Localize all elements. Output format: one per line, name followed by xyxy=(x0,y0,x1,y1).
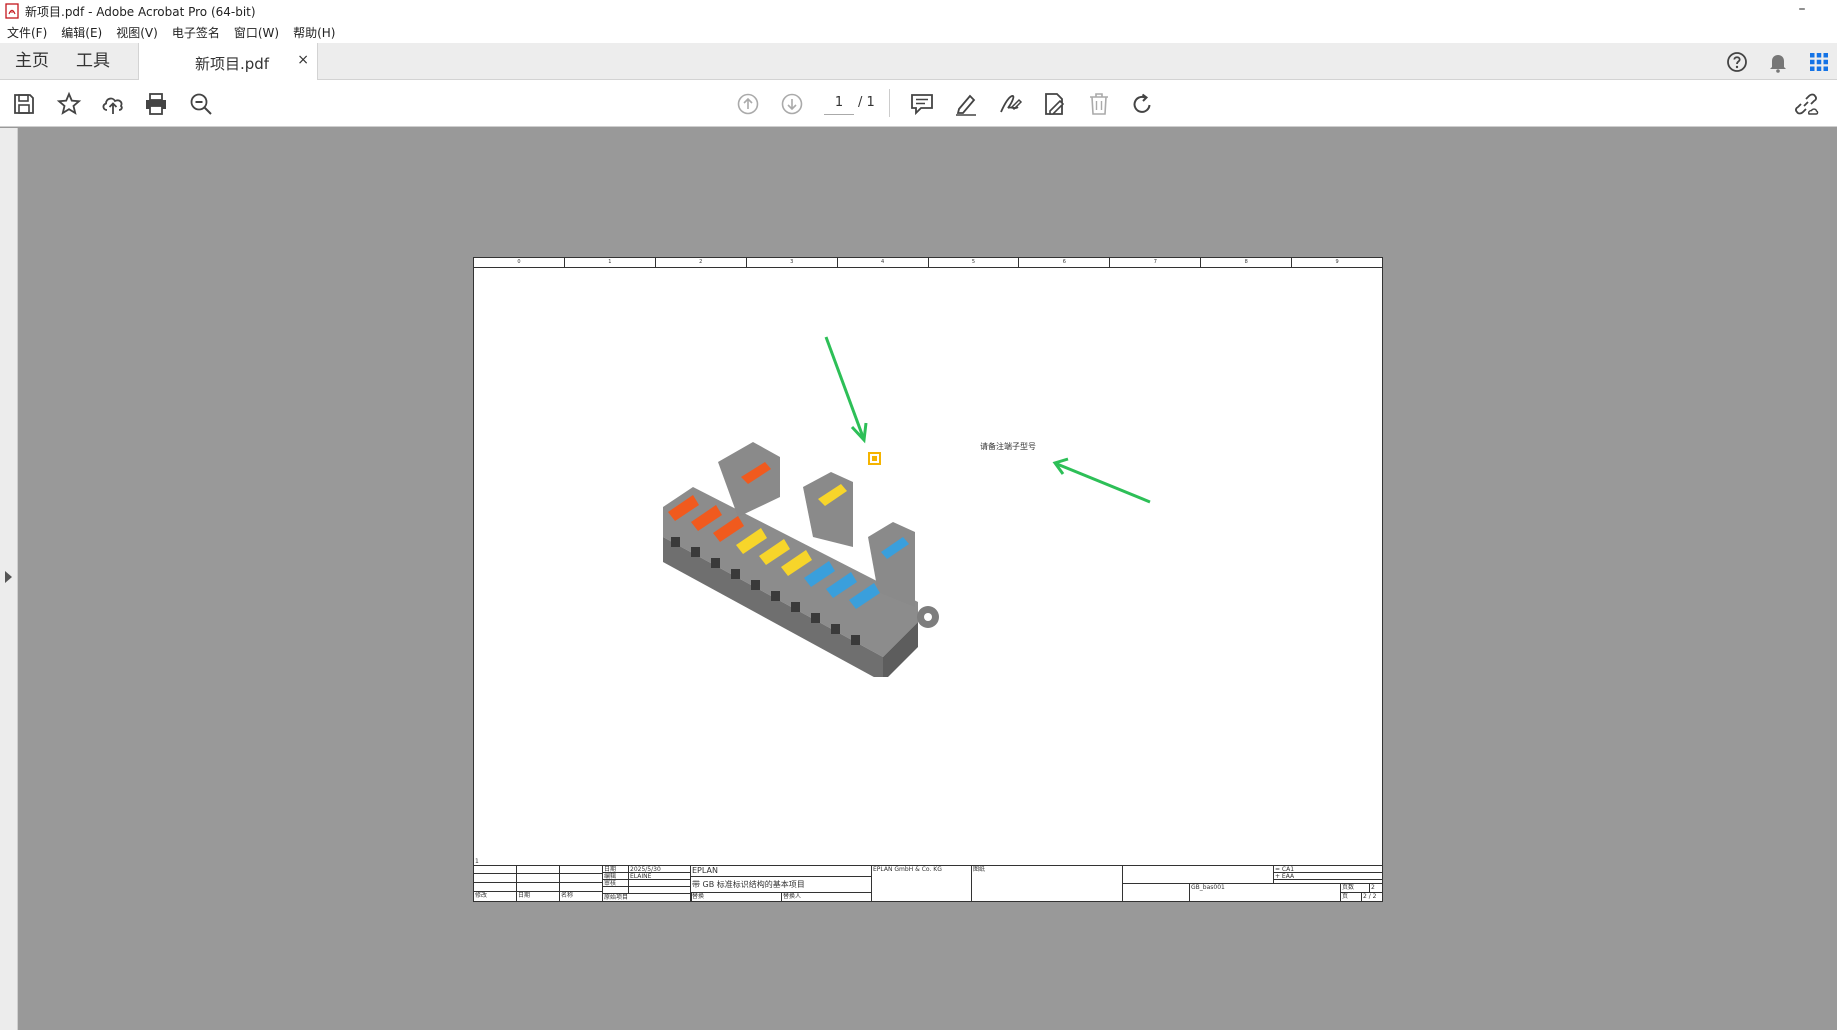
menu-view[interactable]: 视图(V) xyxy=(109,24,165,41)
tab-document[interactable]: 新项目.pdf × xyxy=(138,43,318,80)
delete-trash-icon[interactable] xyxy=(1086,91,1112,117)
next-page-icon[interactable] xyxy=(779,91,805,117)
arrow-annotations xyxy=(824,336,1151,504)
tb-date2: 日期 xyxy=(516,891,560,902)
tab-bar: 主页 工具 新项目.pdf × xyxy=(0,43,1837,80)
tb-original: 原始项目 xyxy=(602,893,692,902)
minimize-button[interactable]: – xyxy=(1787,0,1817,22)
green-arrow-down xyxy=(824,336,868,444)
comment-note-icon[interactable] xyxy=(868,452,881,465)
tb-replace: 替换 xyxy=(690,892,782,902)
menu-edit[interactable]: 编辑(E) xyxy=(54,24,109,41)
tb-drawing-label: 图纸 xyxy=(971,865,1123,902)
total-pages: / 1 xyxy=(858,95,875,110)
highlight-pen-icon[interactable] xyxy=(953,91,979,117)
tb-cell xyxy=(1122,883,1190,902)
current-page-input[interactable]: 1 xyxy=(824,91,854,115)
bell-icon[interactable] xyxy=(1767,51,1789,73)
green-arrow-left xyxy=(1052,457,1151,504)
tab-tools[interactable]: 工具 xyxy=(76,43,110,79)
row-marker: 1 xyxy=(475,858,479,865)
help-icon[interactable] xyxy=(1726,51,1748,73)
note-text: 请备注端子型号 xyxy=(980,442,1036,451)
star-bookmark-icon[interactable] xyxy=(56,91,82,117)
tb-modify: 修改 xyxy=(473,891,517,902)
close-tab-icon[interactable]: × xyxy=(297,52,309,68)
pdf-page: 0 1 2 3 4 5 6 7 8 9 请备注端子型号 1 修改 日期 名称 日… xyxy=(473,257,1383,902)
title-block: 修改 日期 名称 日期 2025/5/30 编辑 ELAINE 审核 原始项目 … xyxy=(473,865,1383,902)
tb-replaced-by: 替换人 xyxy=(781,892,872,902)
print-icon[interactable] xyxy=(143,91,169,117)
comment-icon[interactable] xyxy=(909,91,935,117)
tb-sheet-value: 2 / 2 xyxy=(1361,892,1383,902)
window-title: 新项目.pdf - Adobe Acrobat Pro (64-bit) xyxy=(25,4,256,19)
tb-cell xyxy=(1122,865,1274,884)
menu-esign[interactable]: 电子签名 xyxy=(165,24,227,41)
tb-company: EPLAN GmbH & Co. KG xyxy=(871,865,972,902)
share-link-icon[interactable] xyxy=(1793,91,1819,117)
save-icon[interactable] xyxy=(11,91,37,117)
menu-file[interactable]: 文件(F) xyxy=(0,24,54,41)
left-panel-rail[interactable] xyxy=(0,128,18,1030)
window-titlebar: 新项目.pdf - Adobe Acrobat Pro (64-bit) – xyxy=(0,0,1837,22)
apps-grid-icon[interactable] xyxy=(1808,51,1830,73)
tb-name: 名称 xyxy=(559,891,603,902)
main-toolbar: 1 / 1 xyxy=(0,80,1837,127)
tab-document-label: 新项目.pdf xyxy=(195,55,270,73)
zoom-out-icon[interactable] xyxy=(188,91,214,117)
previous-page-icon[interactable] xyxy=(735,91,761,117)
tab-home[interactable]: 主页 xyxy=(15,43,49,79)
tb-drawing-no: GB_bas001 xyxy=(1189,883,1341,902)
toolbar-separator xyxy=(889,89,890,117)
menu-bar: 文件(F) 编辑(E) 视图(V) 电子签名 窗口(W) 帮助(H) xyxy=(0,22,1837,43)
rotate-icon[interactable] xyxy=(1129,91,1155,117)
cloud-upload-icon[interactable] xyxy=(100,91,126,117)
menu-window[interactable]: 窗口(W) xyxy=(227,24,286,41)
menu-help[interactable]: 帮助(H) xyxy=(286,24,342,41)
expand-panel-icon[interactable] xyxy=(5,571,12,583)
tb-sheet-label: 页 xyxy=(1340,892,1362,902)
sign-icon[interactable] xyxy=(997,91,1023,117)
pdf-app-icon xyxy=(5,3,19,19)
edit-document-icon[interactable] xyxy=(1041,91,1067,117)
tb-project-title: 带 GB 标准标识结构的基本项目 xyxy=(690,876,872,893)
